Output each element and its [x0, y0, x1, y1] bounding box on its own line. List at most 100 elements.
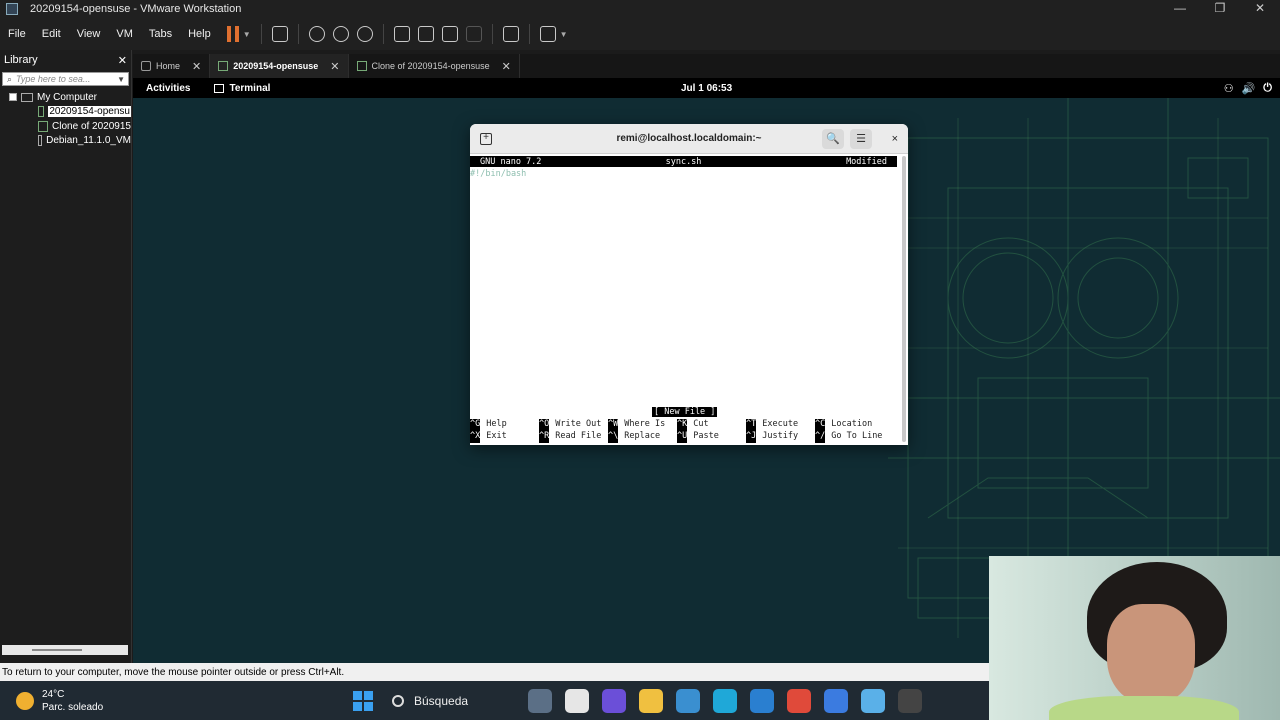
toolbar-separator [491, 24, 493, 44]
pinned-apps [528, 688, 922, 713]
search-icon: ⌕ [7, 73, 13, 84]
menu-tabs[interactable]: Tabs [141, 28, 180, 40]
terminal-search-icon[interactable]: 🔍 [822, 128, 844, 149]
tree-item-vm[interactable]: Debian_11.1.0_VM [0, 134, 131, 149]
vm-running-icon [218, 61, 229, 71]
new-tab-icon[interactable]: + [480, 132, 492, 145]
tab-label: 20209154-opensuse [233, 61, 319, 71]
snapshot-icon[interactable] [308, 26, 325, 42]
snapshot-manager-icon[interactable] [356, 26, 373, 42]
shortcut-location: ^C Location [815, 419, 873, 431]
send-ctrl-alt-del-icon[interactable] [271, 26, 288, 42]
tab-label: Home [156, 61, 181, 71]
start-button[interactable] [353, 690, 373, 711]
webcam-person-face [1107, 604, 1195, 704]
restore-button[interactable]: ❐ [1200, 0, 1240, 18]
close-tab-icon[interactable]: ✕ [502, 60, 511, 73]
close-tab-icon[interactable]: ✕ [192, 60, 201, 73]
thumbnail-bar-icon[interactable] [417, 26, 434, 42]
menu-edit[interactable]: Edit [34, 28, 69, 40]
library-close-icon[interactable]: ✕ [118, 54, 127, 67]
activities-button[interactable]: Activities [146, 83, 190, 94]
tab-home[interactable]: Home ✕ [133, 54, 211, 78]
shortcut-write-out: ^O Write Out [539, 419, 602, 431]
shortcut-where-is: ^W Where Is [608, 419, 666, 431]
task-view-icon[interactable] [565, 688, 589, 713]
nano-version: GNU nano 7.2 [480, 156, 542, 167]
close-window-button[interactable]: ✕ [1240, 0, 1280, 18]
library-horizontal-scrollbar[interactable] [2, 645, 128, 655]
edge-browser-icon[interactable] [713, 688, 737, 713]
terminal-title: remi@localhost.localdomain:~ [616, 133, 762, 144]
status-message: To return to your computer, move the mou… [2, 666, 345, 678]
tab-clone-opensuse[interactable]: Clone of 20209154-opensuse ✕ [349, 54, 520, 78]
show-library-icon[interactable] [393, 26, 410, 42]
vm-running-icon [356, 61, 367, 71]
revert-snapshot-icon[interactable] [332, 26, 349, 42]
notepad-app-icon[interactable] [824, 688, 848, 713]
calculator-app-icon[interactable] [750, 688, 774, 713]
close-terminal-icon[interactable]: × [892, 133, 898, 145]
teams-chat-icon[interactable] [602, 688, 626, 713]
volume-icon[interactable]: 🔊 [1242, 82, 1256, 95]
terminal-scrollbar[interactable] [902, 156, 906, 442]
stretch-guest-icon[interactable] [539, 26, 556, 42]
tree-item-vm[interactable]: 20209154-opensu [0, 105, 131, 120]
minimize-button[interactable]: — [1160, 0, 1200, 18]
menu-help[interactable]: Help [180, 28, 219, 40]
suspend-icon[interactable] [226, 26, 239, 42]
weather-widget[interactable]: 24°C Parc. soleado [16, 688, 103, 714]
obs-app-icon[interactable] [898, 688, 922, 713]
hamburger-menu-icon[interactable]: ☰ [850, 128, 872, 149]
terminal-icon [214, 83, 225, 93]
menu-file[interactable]: File [0, 28, 34, 40]
chevron-down-icon[interactable]: ▼ [117, 75, 125, 84]
shortcut-execute: ^T Execute [746, 419, 799, 431]
toolbar-separator [260, 24, 262, 44]
clock[interactable]: Jul 1 06:53 [681, 83, 732, 94]
shortcut-exit: ^X Exit [470, 431, 507, 443]
webcam-overlay [989, 556, 1280, 720]
tree-item-label: Clone of 2020915 [52, 120, 131, 132]
computer-icon [21, 92, 33, 102]
chrome-browser-icon[interactable] [787, 688, 811, 713]
full-screen-icon[interactable] [441, 26, 458, 42]
menu-view[interactable]: View [69, 28, 109, 40]
system-tray[interactable]: ⚇ 🔊 ⏻ [1224, 82, 1272, 95]
menu-vm[interactable]: VM [108, 28, 141, 40]
scrollbar-thumb[interactable] [32, 649, 82, 651]
unity-icon[interactable] [465, 26, 482, 42]
nano-editor[interactable]: GNU nano 7.2 sync.sh Modified #!/bin/bas… [470, 154, 908, 444]
library-panel: Library ✕ ⌕ Type here to sea... ▼ My Com… [0, 50, 132, 663]
tree-item-vm[interactable]: Clone of 2020915 [0, 119, 131, 134]
console-view-icon[interactable] [502, 26, 519, 42]
nano-shortcut-bar: ^G Help ^O Write Out ^W Where Is ^K Cut ^T Ex… [470, 419, 900, 443]
tree-item-my-computer[interactable]: My Computer [0, 90, 131, 105]
shortcut-help: ^G Help [470, 419, 507, 431]
file-explorer-icon[interactable] [639, 688, 663, 713]
tree-item-label: 20209154-opensu [48, 106, 131, 118]
tab-opensuse[interactable]: 20209154-opensuse ✕ [210, 54, 349, 78]
library-search-input[interactable]: ⌕ Type here to sea... ▼ [2, 72, 129, 86]
suspend-dropdown-icon[interactable]: ▼ [243, 30, 251, 39]
weather-desc: Parc. soleado [42, 701, 104, 713]
taskbar-search[interactable]: Búsqueda [392, 694, 468, 708]
weather-sun-icon [16, 691, 34, 710]
window-controls: — ❐ ✕ [1160, 0, 1280, 18]
collapse-icon[interactable] [9, 93, 17, 102]
widgets-app-icon[interactable] [528, 688, 552, 713]
terminal-window[interactable]: + remi@localhost.localdomain:~ 🔍 ☰ × GNU… [470, 124, 908, 445]
shortcut-paste: ^U Paste [677, 431, 719, 443]
editor-line[interactable]: #!/bin/bash [470, 169, 526, 179]
app-menu-terminal[interactable]: Terminal [214, 83, 270, 94]
vm-tab-bar: Home ✕ 20209154-opensuse ✕ Clone of 2020… [133, 54, 1280, 78]
vm-tree: My Computer 20209154-opensu Clone of 202… [0, 90, 131, 148]
power-icon[interactable]: ⏻ [1263, 82, 1272, 95]
store-app-icon[interactable] [676, 688, 700, 713]
close-tab-icon[interactable]: ✕ [330, 60, 339, 73]
nano-status-message: [ New File ] [652, 407, 718, 417]
stretch-dropdown-icon[interactable]: ▼ [560, 30, 568, 39]
network-icon[interactable]: ⚇ [1224, 82, 1234, 95]
vmware-taskbar-icon[interactable] [861, 688, 885, 713]
vm-running-icon [38, 106, 45, 118]
